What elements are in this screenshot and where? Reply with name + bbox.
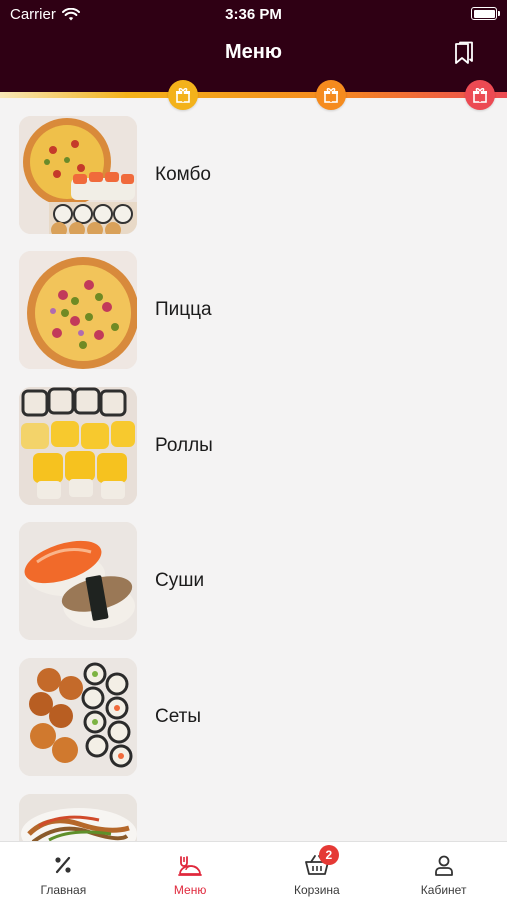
menu-item-rolls[interactable]: Роллы [19, 387, 489, 505]
menu-item-sets[interactable]: Сеты [19, 658, 489, 776]
tab-menu[interactable]: Меню [127, 842, 254, 900]
tab-home[interactable]: Главная [0, 842, 127, 900]
status-bar: Carrier 3:36 PM [0, 0, 507, 28]
gift-marker-1[interactable] [168, 80, 198, 110]
battery-icon [471, 7, 500, 20]
basket-icon: 2 [303, 845, 339, 878]
tab-bar: Главная Меню 2 Корзина Кабинет [0, 841, 507, 900]
tab-label: Кабинет [420, 883, 467, 897]
menu-item-label: Пицца [155, 299, 212, 320]
tab-label: Меню [173, 883, 207, 897]
menu-item-sushi[interactable]: Суши [19, 522, 489, 640]
tab-label: Корзина [294, 883, 340, 897]
pizza-photo [19, 251, 137, 369]
tab-profile[interactable]: Кабинет [380, 842, 507, 900]
page-title: Меню [225, 41, 282, 63]
menu-item-label: Комбо [155, 164, 211, 185]
bookmark-icon [455, 41, 473, 64]
menu-item-label: Роллы [155, 435, 213, 456]
menu-item-combo[interactable]: Комбо [19, 116, 489, 234]
menu-item-label: Суши [155, 570, 205, 591]
combo-photo [19, 116, 137, 234]
menu-item-label: Сеты [155, 706, 202, 727]
status-time: 3:36 PM [225, 6, 282, 23]
bookmark-button[interactable] [451, 40, 477, 68]
cart-count-badge: 2 [318, 845, 339, 865]
gift-icon [324, 88, 338, 103]
user-icon [432, 852, 456, 878]
menu-dish-icon [176, 852, 204, 878]
percent-icon [51, 852, 75, 878]
gift-icon [176, 88, 190, 103]
gift-marker-2[interactable] [316, 80, 346, 110]
rolls-photo [19, 387, 137, 505]
gift-marker-3[interactable] [465, 80, 495, 110]
gift-icon [473, 88, 487, 103]
loyalty-progress-track [0, 92, 507, 98]
tab-cart[interactable]: 2 Корзина [254, 842, 381, 900]
sushi-photo [19, 522, 137, 640]
nav-bar: Меню [0, 28, 507, 92]
sets-photo [19, 658, 137, 776]
tab-label: Главная [40, 883, 87, 897]
menu-item-pizza[interactable]: Пицца [19, 251, 489, 369]
